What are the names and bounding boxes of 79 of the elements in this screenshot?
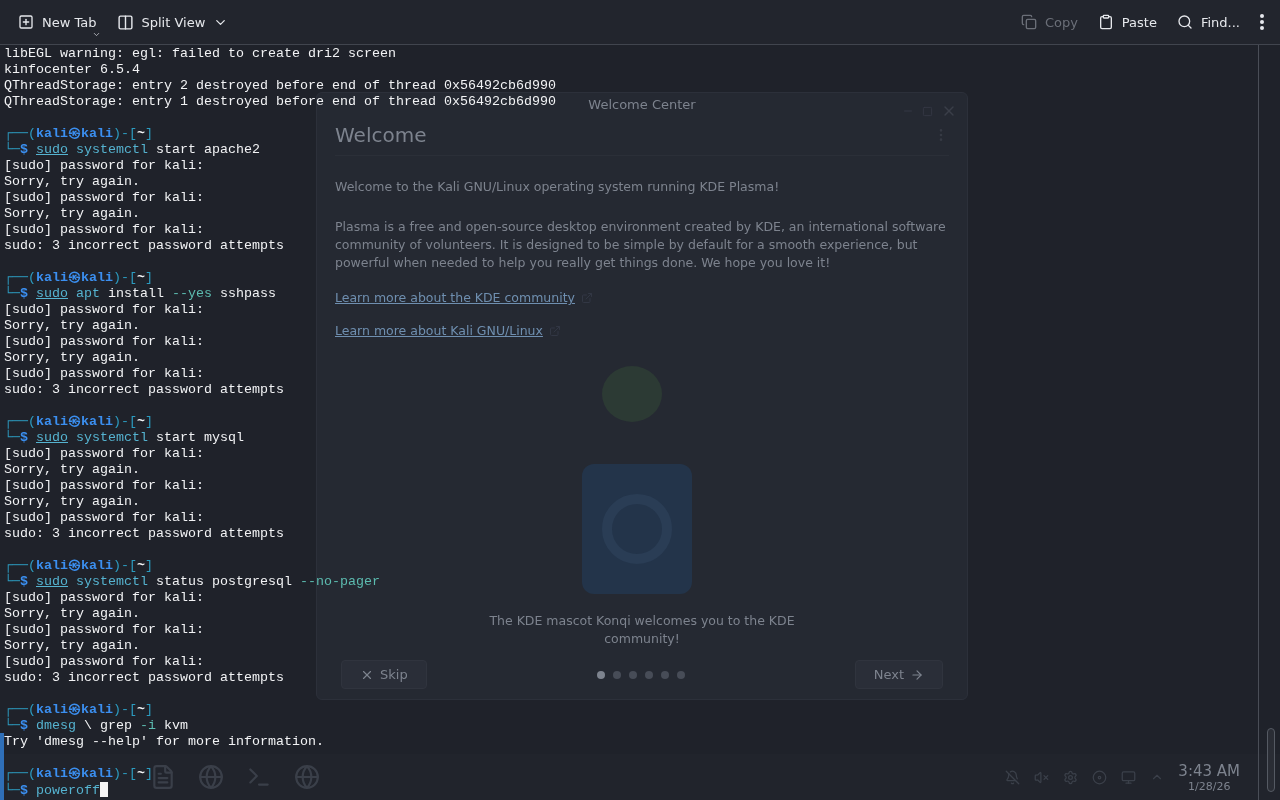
output-line: Try 'dmesg --help' for more information. <box>4 734 324 749</box>
clock-time: 3:43 AM <box>1178 761 1240 780</box>
mascot-caption: The KDE mascot Konqi welcomes you to the KDE community! <box>488 612 796 648</box>
page-dot[interactable] <box>644 670 653 679</box>
copy-icon <box>1020 14 1037 30</box>
window-title: Welcome Center <box>588 96 696 112</box>
output-line: [sudo] password for kali: <box>4 446 204 461</box>
command-line: └─$ poweroff <box>4 783 100 798</box>
output-line: [sudo] password for kali: <box>4 222 204 237</box>
command-line: └─$ sudo systemctl start apache2 <box>4 142 260 157</box>
output-line: [sudo] password for kali: <box>4 590 204 605</box>
output-line: Sorry, try again. <box>4 174 140 189</box>
output-line: Sorry, try again. <box>4 318 140 333</box>
plus-square-icon <box>18 14 34 30</box>
output-line: [sudo] password for kali: <box>4 190 204 205</box>
disc-icon[interactable] <box>1092 769 1108 785</box>
output-line: QThreadStorage: entry 2 destroyed before end of thread 0x56492cb6d990 <box>4 78 556 93</box>
output-line: Sorry, try again. <box>4 462 140 477</box>
prompt-line: ┌──(kali㉿kali)-[~] <box>4 126 153 142</box>
output-line: Sorry, try again. <box>4 494 140 509</box>
prompt-line: ┌──(kali㉿kali)-[~] <box>4 558 153 574</box>
clock-date: 1/28/26 <box>1187 779 1231 793</box>
split-view-button[interactable]: Split View <box>110 7 235 37</box>
output-line: libEGL warning: egl: failed to create dri2 screen <box>4 46 396 61</box>
page-heading: Welcome <box>335 123 427 147</box>
skip-button[interactable]: Skip <box>341 660 427 689</box>
output-line: [sudo] password for kali: <box>4 158 204 173</box>
arrow-right-icon <box>910 667 924 682</box>
output-line: [sudo] password for kali: <box>4 366 204 381</box>
output-line: [sudo] password for kali: <box>4 654 204 669</box>
output-line: [sudo] password for kali: <box>4 334 204 349</box>
welcome-paragraph: Welcome to the Kali GNU/Linux operating system running KDE Plasma! <box>335 178 781 196</box>
output-line: sudo: 3 incorrect password attempts <box>4 526 284 541</box>
output-line: QThreadStorage: entry 1 destroyed before end of thread 0x56492cb6d990 <box>4 94 556 109</box>
welcome-paragraph: Plasma is a free and open-source desktop environment created by KDE, an international software community of volunteers. It is designed to be simple by default for a smooth experience, but powerful when needed to help you really get things done. We hope you love it! <box>335 218 947 272</box>
scrollbar-thumb[interactable] <box>1267 728 1275 792</box>
caret-icon <box>91 30 101 39</box>
paste-button[interactable]: Paste <box>1091 8 1163 36</box>
clipboard-icon <box>1097 14 1114 30</box>
page-dot[interactable] <box>628 670 637 679</box>
command-line: └─$ sudo systemctl status postgresql --no-pager <box>4 574 380 589</box>
output-line: kinfocenter 6.5.4 <box>4 62 140 77</box>
monitor-icon[interactable] <box>1121 769 1137 785</box>
command-line: └─$ sudo apt install --yes sshpass <box>4 286 276 301</box>
prompt-line: ┌──(kali㉿kali)-[~] <box>4 414 153 430</box>
prompt-line: ┌──(kali㉿kali)-[~] <box>4 270 153 286</box>
output-line: Sorry, try again. <box>4 638 140 653</box>
output-line: sudo: 3 incorrect password attempts <box>4 382 284 397</box>
muted-speaker-icon[interactable] <box>1034 769 1050 785</box>
columns-icon <box>116 13 134 31</box>
output-line: [sudo] password for kali: <box>4 478 204 493</box>
output-line: [sudo] password for kali: <box>4 510 204 525</box>
page-dot[interactable] <box>612 670 621 679</box>
find-button[interactable]: Find... <box>1170 8 1246 36</box>
output-line: Sorry, try again. <box>4 350 140 365</box>
next-button[interactable]: Next <box>854 660 943 689</box>
settings-icon[interactable] <box>1063 769 1079 785</box>
command-line: └─$ sudo systemctl start mysql <box>4 430 244 445</box>
page-dot[interactable] <box>660 670 669 679</box>
prompt-line: ┌──(kali㉿kali)-[~] <box>4 702 153 718</box>
output-line: Sorry, try again. <box>4 206 140 221</box>
globe-icon[interactable] <box>198 764 224 790</box>
page-dot[interactable] <box>676 670 685 679</box>
output-line: Sorry, try again. <box>4 606 140 621</box>
output-line: sudo: 3 incorrect password attempts <box>4 238 284 253</box>
new-tab-button[interactable]: New Tab <box>12 8 103 36</box>
output-line: [sudo] password for kali: <box>4 622 204 637</box>
learn-more-link[interactable]: Learn more about Kali GNU/Linux <box>335 323 543 338</box>
prompt-line: ┌──(kali㉿kali)-[~] <box>4 766 153 782</box>
globe-icon[interactable] <box>294 764 320 790</box>
menu-icon <box>1260 14 1264 30</box>
document-icon[interactable] <box>150 764 176 790</box>
search-icon <box>1176 14 1193 30</box>
learn-more-link[interactable]: Learn more about the KDE community <box>335 290 575 305</box>
page-dot[interactable] <box>596 670 605 679</box>
bell-off-icon[interactable] <box>1005 769 1021 785</box>
output-line: sudo: 3 incorrect password attempts <box>4 670 284 685</box>
command-line: └─$ dmesg \ grep -i kvm <box>4 718 188 733</box>
output-line: [sudo] password for kali: <box>4 302 204 317</box>
